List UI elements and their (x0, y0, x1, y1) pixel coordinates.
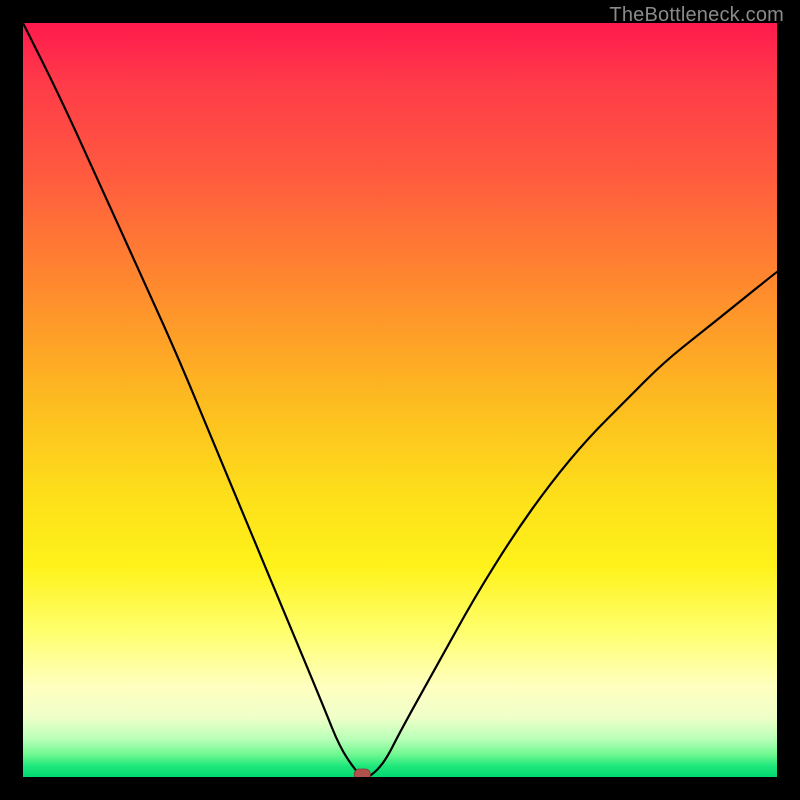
watermark-text: TheBottleneck.com (609, 4, 784, 27)
optimal-point-marker (354, 769, 370, 777)
chart-svg (23, 23, 777, 777)
chart-plot-area (23, 23, 777, 777)
chart-frame: TheBottleneck.com (0, 0, 800, 800)
bottleneck-curve (23, 23, 777, 777)
